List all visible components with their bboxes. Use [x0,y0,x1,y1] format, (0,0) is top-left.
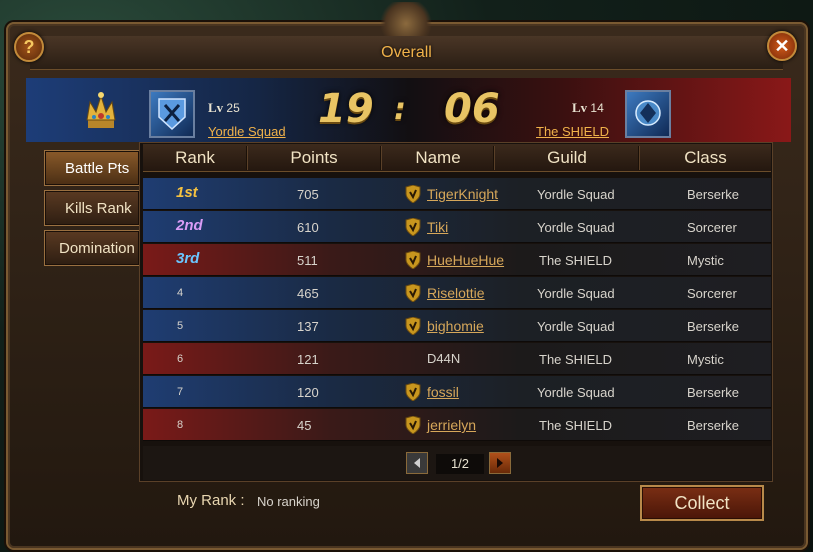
class-cell: Berserke [687,418,740,433]
crown-icon [86,92,116,128]
guild-cell: Yordle Squad [537,187,615,202]
help-button[interactable]: ? [14,32,44,62]
player-name-link[interactable]: HueHueHue [427,252,504,268]
rank-cell: 8 [177,419,184,431]
shield-badge-icon [405,416,421,434]
class-cell: Berserke [687,385,740,400]
rank-cell: 1st [176,184,198,201]
tab-domination[interactable]: Domination [44,230,140,266]
shield-badge-icon [405,218,421,236]
rank-cell: 7 [177,386,184,398]
right-team-level: Lv 14 [572,100,604,115]
class-cell: Mystic [687,352,724,367]
timer-seconds: 06 [444,86,500,132]
class-cell: Berserke [687,187,740,202]
left-team-level: Lv 25 [208,100,240,115]
shield-badge-icon [405,251,421,269]
prev-page-button[interactable] [406,452,428,474]
my-rank-value: No ranking [257,494,320,509]
tab-battle-pts[interactable]: Battle Pts [44,150,140,186]
points-cell: 705 [297,187,319,202]
top-ornament [376,2,436,38]
shield-badge-icon [405,284,421,302]
player-name-link[interactable]: bighomie [427,318,484,334]
column-header-class: Class [684,148,727,167]
guild-cell: The SHIELD [539,352,612,367]
window-title: Overall [381,44,432,61]
column-header-points: Points [290,148,338,167]
points-cell: 465 [297,286,319,301]
guild-cell: The SHIELD [539,253,612,268]
points-cell: 610 [297,220,319,235]
guild-cell: Yordle Squad [537,319,615,334]
tab-kills-rank[interactable]: Kills Rank [44,190,140,226]
page-indicator: 1/2 [436,454,484,474]
points-cell: 120 [297,385,319,400]
guild-cell: Yordle Squad [537,286,615,301]
rank-cell: 5 [177,320,184,332]
player-name-link[interactable]: Riselottie [427,285,485,301]
right-team-name[interactable]: The SHIELD [536,124,609,139]
my-rank-label: My Rank : [177,492,245,509]
player-name-link[interactable]: TigerKnight [427,186,498,202]
guild-cell: Yordle Squad [537,385,615,400]
rank-cell: 3rd [176,250,200,267]
guild-emblem-icon [149,90,195,138]
rank-cell: 4 [177,287,184,299]
left-team-name[interactable]: Yordle Squad [208,124,286,139]
points-cell: 121 [297,352,319,367]
class-cell: Berserke [687,319,740,334]
class-cell: Sorcerer [687,286,737,301]
points-cell: 511 [297,253,318,268]
timer-separator: : [394,92,406,127]
points-cell: 137 [297,319,319,334]
column-header-guild: Guild [547,148,587,167]
player-name-link: D44N [427,351,461,366]
shield-badge-icon [405,317,421,335]
column-header-rank: Rank [175,148,215,167]
points-cell: 45 [297,418,312,433]
shield-badge-icon [405,383,421,401]
rank-cell: 2nd [176,217,203,234]
shield-badge-icon [405,185,421,203]
chevron-left-icon [414,458,420,468]
team-score-band [26,78,791,142]
guild-cell: Yordle Squad [537,220,615,235]
table-row [143,211,771,243]
close-button[interactable]: ✕ [767,31,797,61]
column-header-name: Name [415,148,461,167]
guild-cell: The SHIELD [539,418,612,433]
player-name-link[interactable]: Tiki [427,219,448,235]
guild-emblem-icon [625,90,671,138]
timer-minutes: 19 [318,86,374,132]
player-name-link[interactable]: fossil [427,384,459,400]
chevron-right-icon [497,458,503,468]
rank-cell: 6 [177,353,184,365]
class-cell: Sorcerer [687,220,737,235]
class-cell: Mystic [687,253,724,268]
player-name-link[interactable]: jerrielyn [427,417,476,433]
collect-button[interactable]: Collect [640,485,764,521]
next-page-button[interactable] [489,452,511,474]
